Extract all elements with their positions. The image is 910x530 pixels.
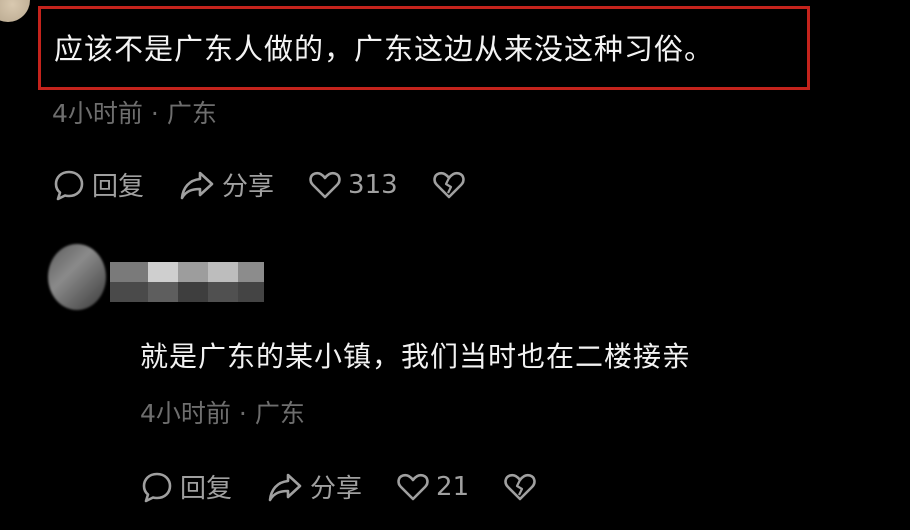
share-label: 分享 — [222, 172, 275, 202]
meta-separator: · — [238, 399, 247, 428]
dislike-button[interactable] — [503, 471, 537, 503]
comment-meta: 4小时前 · 广东 — [52, 94, 217, 130]
comment-time: 4小时前 — [52, 99, 143, 128]
comment-icon — [140, 470, 174, 504]
heart-icon — [308, 169, 342, 201]
avatar[interactable] — [48, 244, 106, 310]
broken-heart-icon — [503, 471, 537, 503]
like-count: 21 — [436, 471, 470, 502]
comment-actions: 回复 分享 21 — [140, 468, 571, 505]
share-icon — [266, 470, 304, 504]
reply-button[interactable]: 回复 — [52, 166, 144, 203]
comment-actions: 回复 分享 313 — [52, 166, 500, 203]
avatar[interactable] — [0, 0, 30, 22]
comment-text: 应该不是广东人做的，广东这边从来没这种习俗。 — [54, 32, 715, 66]
share-icon — [178, 168, 216, 202]
comment-meta: 4小时前 · 广东 — [140, 394, 305, 430]
like-button[interactable]: 313 — [308, 169, 398, 201]
meta-separator: · — [150, 99, 159, 128]
heart-icon — [396, 471, 430, 503]
like-button[interactable]: 21 — [396, 471, 469, 503]
share-label: 分享 — [310, 474, 363, 504]
share-button[interactable]: 分享 — [266, 468, 362, 505]
comment-location: 广东 — [254, 399, 305, 428]
like-count: 313 — [348, 169, 398, 200]
reply-label: 回复 — [180, 474, 233, 504]
share-button[interactable]: 分享 — [178, 166, 274, 203]
reply-button[interactable]: 回复 — [140, 468, 232, 505]
reply-label: 回复 — [92, 172, 145, 202]
dislike-button[interactable] — [432, 169, 466, 201]
comment-time: 4小时前 — [140, 399, 231, 428]
comment-icon — [52, 168, 86, 202]
comment-location: 广东 — [166, 99, 217, 128]
broken-heart-icon — [432, 169, 466, 201]
comment-text: 就是广东的某小镇，我们当时也在二楼接亲 — [140, 340, 692, 373]
